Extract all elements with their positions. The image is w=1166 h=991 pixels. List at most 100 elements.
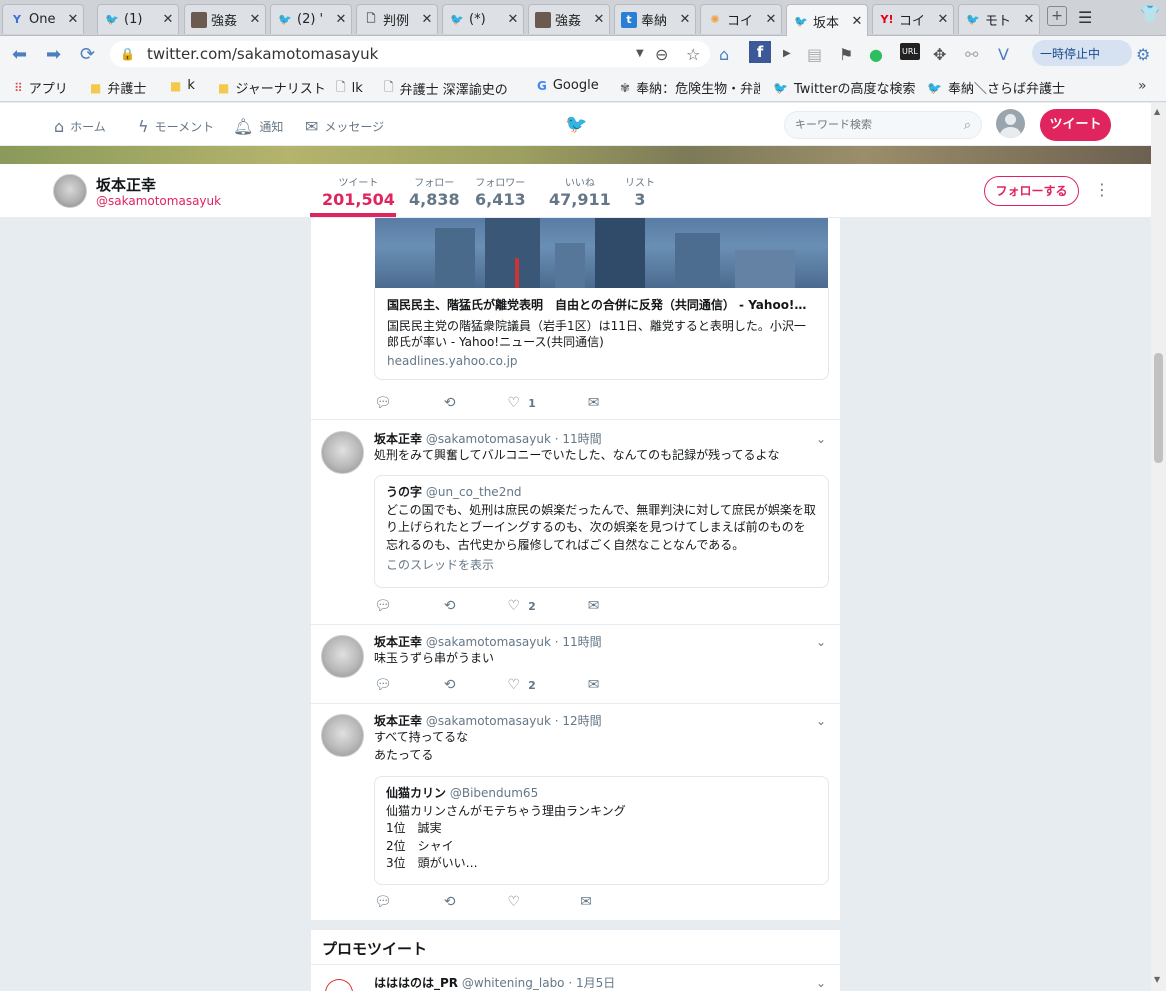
browser-tab[interactable]: Y One ✕: [2, 4, 84, 34]
zoom-icon[interactable]: ⊖: [655, 45, 668, 64]
stat-likes[interactable]: いいね 47,911: [549, 174, 611, 209]
like-button[interactable]: ♡ 2: [508, 677, 536, 693]
bookmark-item[interactable]: ■ ジャーナリスト: [218, 78, 326, 98]
like-button[interactable]: ♡ 1: [508, 395, 536, 411]
message-icon[interactable]: ✉: [588, 395, 600, 411]
scrollbar-thumb[interactable]: [1154, 353, 1163, 463]
home-icon[interactable]: ⌂: [719, 45, 729, 64]
message-icon[interactable]: ✉: [588, 598, 600, 614]
like-button[interactable]: ♡ 2: [508, 598, 536, 614]
reply-icon[interactable]: 💬︎: [374, 677, 392, 693]
browser-tab[interactable]: 🐦 モト ✕: [958, 4, 1040, 34]
message-icon[interactable]: ✉: [580, 894, 592, 910]
sync-paused-button[interactable]: 一時停止中: [1032, 40, 1132, 66]
bookmark-item[interactable]: ⠿ アプリ: [14, 78, 68, 98]
bookmark-item[interactable]: ■ k: [170, 78, 195, 93]
close-icon[interactable]: ✕: [421, 12, 433, 27]
browser-tab[interactable]: 🐦 (*) ✕: [442, 4, 524, 34]
move-icon[interactable]: ✥: [933, 45, 946, 64]
reply-icon[interactable]: 💬︎: [374, 598, 392, 614]
browser-tab[interactable]: t 奉納 ✕: [614, 4, 696, 34]
browser-tab[interactable]: Y! コイ ✕: [872, 4, 954, 34]
chevron-down-icon[interactable]: ⌄: [816, 432, 826, 446]
tweet-time[interactable]: · 11時間: [555, 635, 602, 649]
twitter-logo-icon[interactable]: 🐦: [565, 114, 587, 135]
user-avatar[interactable]: [996, 109, 1025, 138]
bookmark-item[interactable]: ■ 弁護士: [90, 78, 146, 98]
nav-home[interactable]: ⌂ ホーム: [54, 117, 106, 136]
retweet-icon[interactable]: ⟲: [444, 677, 456, 693]
stat-followers[interactable]: フォロワー 6,413: [475, 174, 526, 209]
promo-author-handle[interactable]: @whitening_labo: [462, 976, 565, 990]
nav-messages[interactable]: ✉ メッセージ: [305, 117, 384, 136]
tweet-author-name[interactable]: 坂本正幸: [374, 714, 422, 728]
stat-following[interactable]: フォロー 4,838: [409, 174, 460, 209]
promo-avatar[interactable]: [325, 979, 353, 991]
reply-icon[interactable]: 💬︎: [374, 894, 392, 910]
chevron-down-icon[interactable]: ⌄: [816, 635, 826, 649]
tweet-author-handle[interactable]: @sakamotomasayuk: [426, 432, 551, 446]
menu-icon[interactable]: ☰: [1078, 8, 1092, 27]
nav-moments[interactable]: ϟ モーメント: [138, 117, 214, 136]
browser-tab[interactable]: ✺ コイ ✕: [700, 4, 782, 34]
link-icon[interactable]: ⚯: [965, 45, 978, 64]
profile-name[interactable]: 坂本正幸: [96, 174, 156, 195]
promo-author-name[interactable]: はははのは_PR: [374, 976, 458, 990]
tweet-time[interactable]: · 11時間: [555, 432, 602, 446]
tweet-avatar[interactable]: [321, 714, 364, 757]
profile-handle[interactable]: @sakamotomasayuk: [96, 194, 221, 208]
reply-icon[interactable]: 💬︎: [374, 395, 392, 411]
link-card[interactable]: 国民民主、階猛氏が離党表明 自由との合併に反発（共同通信） - Yahoo!ニ……: [374, 288, 829, 380]
profile-avatar[interactable]: [53, 174, 87, 208]
tweet-time[interactable]: · 12時間: [555, 714, 602, 728]
browser-tab[interactable]: 🗋 判例 ✕: [356, 4, 438, 34]
bookmark-item[interactable]: 🗋 lk: [336, 78, 363, 99]
new-tab-button[interactable]: +: [1047, 6, 1067, 26]
bookmark-icon[interactable]: ⚑: [839, 45, 853, 64]
play-icon[interactable]: ▶: [783, 48, 791, 59]
tweet-author-name[interactable]: 坂本正幸: [374, 635, 422, 649]
bookmark-item[interactable]: ✾ 奉納：危険生物・弁護: [620, 78, 760, 98]
settings-icon[interactable]: ⚙: [1136, 45, 1150, 64]
dropdown-icon[interactable]: ▼: [636, 48, 644, 59]
stat-lists[interactable]: リスト 3: [625, 174, 655, 209]
close-icon[interactable]: ✕: [937, 12, 949, 27]
tweet-avatar[interactable]: [321, 431, 364, 474]
retweet-icon[interactable]: ⟲: [444, 598, 456, 614]
chevron-down-icon[interactable]: ⌄: [816, 976, 826, 990]
search-field[interactable]: ⌕: [784, 111, 982, 139]
browser-tab-active[interactable]: 🐦 坂本 ✕: [786, 4, 868, 37]
more-options-icon[interactable]: ⋮: [1094, 180, 1110, 199]
tweet-author-handle[interactable]: @sakamotomasayuk: [426, 635, 551, 649]
forward-arrow-icon[interactable]: ➡: [46, 44, 61, 65]
reload-icon[interactable]: ⟳: [80, 44, 95, 65]
close-icon[interactable]: ✕: [679, 12, 691, 27]
close-icon[interactable]: ✕: [593, 12, 605, 27]
close-icon[interactable]: ✕: [67, 12, 79, 27]
bookmark-item[interactable]: G Google: [537, 78, 599, 93]
browser-tab[interactable]: 🐦 (2) ' ✕: [270, 4, 352, 34]
tweet-author-name[interactable]: 坂本正幸: [374, 432, 422, 446]
retweet-icon[interactable]: ⟲: [444, 395, 456, 411]
close-icon[interactable]: ✕: [851, 14, 863, 29]
browser-tab[interactable]: 強姦 ✕: [528, 4, 610, 34]
bookmark-item[interactable]: 🐦 Twitterの高度な検索: [773, 78, 915, 98]
page-scrollbar[interactable]: ▲ ▼: [1151, 103, 1166, 991]
url-input[interactable]: 🔒 twitter.com/sakamotomasayuk: [110, 41, 710, 67]
nav-notifications[interactable]: 🔔︎ 通知: [233, 117, 283, 136]
chevron-right-icon[interactable]: »: [1138, 78, 1147, 94]
extension-icon[interactable]: ▤: [807, 45, 822, 64]
quoted-tweet[interactable]: 仙猫カリン @Bibendum65 仙猫カリンさんがモテちゃう理由ランキング 1…: [374, 776, 829, 885]
shirt-icon[interactable]: 👕: [1140, 4, 1160, 23]
evernote-icon[interactable]: ●: [869, 45, 883, 64]
facebook-icon[interactable]: f: [749, 41, 771, 63]
bookmark-item[interactable]: 🐦 奉納＼さらば弁護士: [927, 78, 1067, 98]
link-card-image[interactable]: [375, 218, 828, 288]
close-icon[interactable]: ✕: [335, 12, 347, 27]
search-input[interactable]: [795, 119, 945, 131]
follow-button[interactable]: フォローする: [984, 176, 1079, 206]
browser-tab[interactable]: 強姦 ✕: [184, 4, 266, 34]
retweet-icon[interactable]: ⟲: [444, 894, 456, 910]
bookmark-item[interactable]: 🗋 弁護士 深澤諭史の: [384, 78, 524, 99]
search-icon[interactable]: ⌕: [964, 118, 971, 133]
